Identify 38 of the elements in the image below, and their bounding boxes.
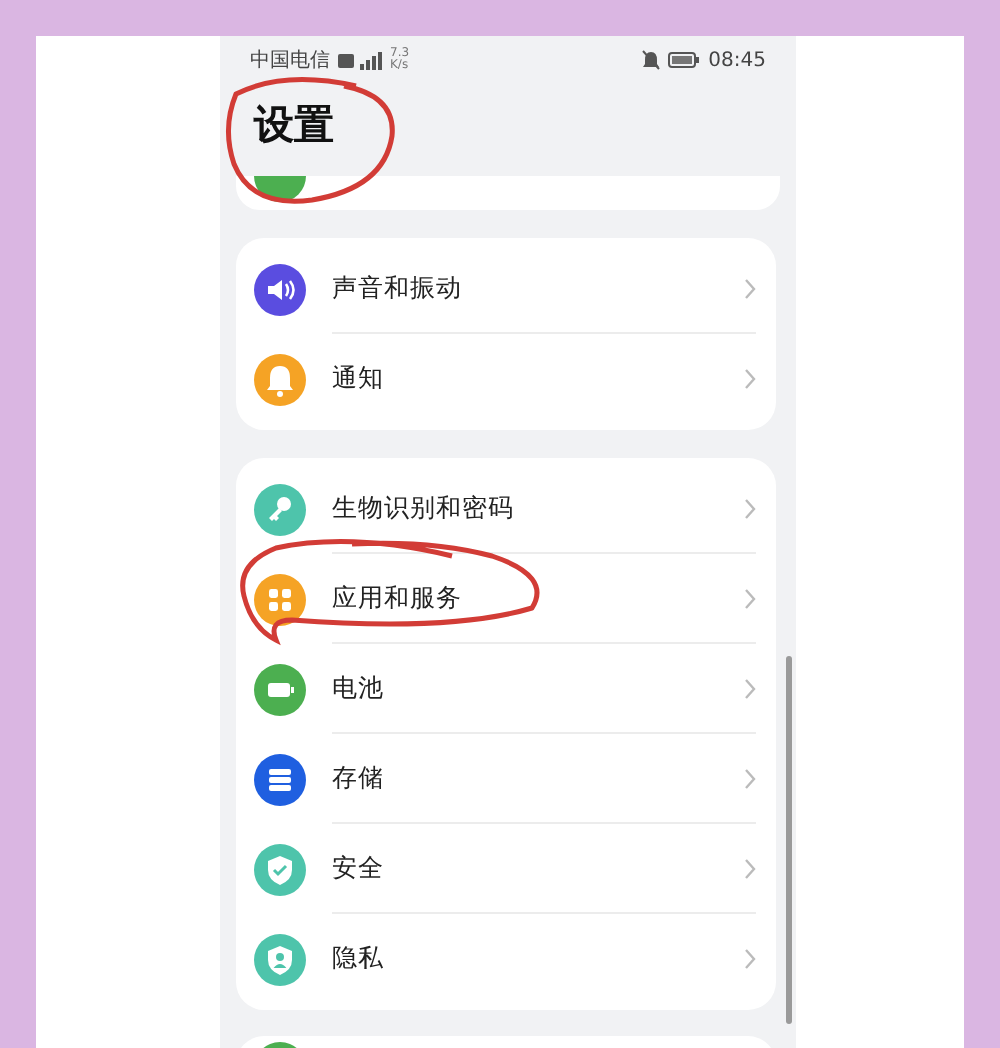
bell-icon [254,353,306,405]
chevron-icon [744,768,756,790]
row-label: 存储 [332,762,386,796]
row-label: 声音和振动 [332,272,464,306]
chevron-icon [744,588,756,610]
chevron-icon [744,498,756,520]
row-label: 通知 [332,362,386,396]
shield-person-icon [254,933,306,985]
row-label: 应用和服务 [332,582,464,616]
clock-time: 08:45 [708,49,766,71]
settings-row[interactable]: 隐私 [236,914,776,1004]
chevron-icon [744,858,756,880]
chevron-icon [744,948,756,970]
settings-row[interactable]: 应用和服务 [236,554,776,644]
settings-row[interactable]: 存储 [236,734,776,824]
battery-icon [668,52,701,68]
row-label: 安全 [332,852,386,886]
carrier-name: 中国电信 [250,47,330,74]
row-label: 生物识别和密码 [332,492,516,526]
battery-icon [254,663,306,715]
row-label: 隐私 [332,942,386,976]
speaker-icon [254,263,306,315]
page-title: 设置 [254,100,334,148]
mute-bell-icon [642,50,661,70]
shield-check-icon [254,843,306,895]
settings-row[interactable]: 安全 [236,824,776,914]
settings-row[interactable]: 通知 [236,334,776,424]
signal-icon [338,51,382,69]
chevron-icon [744,278,756,300]
settings-row[interactable]: 生物识别和密码 [236,464,776,554]
chevron-icon [744,678,756,700]
row-label: 电池 [332,672,386,706]
storage-icon [254,753,306,805]
chevron-icon [744,368,756,390]
grid-icon [254,573,306,625]
settings-row[interactable]: 电池 [236,644,776,734]
key-icon [254,483,306,535]
settings-row[interactable]: 声音和振动 [236,244,776,334]
